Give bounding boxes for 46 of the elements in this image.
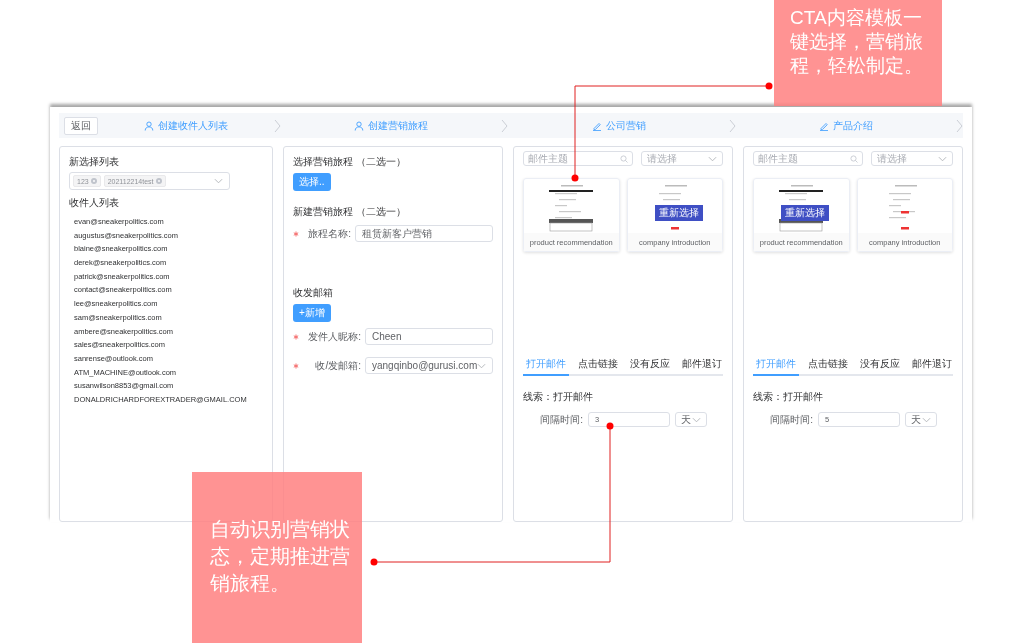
chevron-down-icon <box>477 362 487 369</box>
field-label: 收/发邮箱: <box>314 358 361 373</box>
section-title: 收件人列表 <box>69 196 120 210</box>
back-button[interactable]: 返回 <box>64 116 98 135</box>
section-title: 新建营销旅程 （二选一） <box>293 205 407 219</box>
unit-select[interactable]: 天 <box>905 412 937 427</box>
trigger-tab[interactable]: 邮件退订 <box>909 355 955 376</box>
trigger-tab[interactable]: 邮件退订 <box>679 355 725 376</box>
chevron-right-icon <box>956 118 963 133</box>
condition-label: 线索：打开邮件 <box>523 390 594 404</box>
chevron-down-icon <box>922 416 931 423</box>
chevron-down-icon <box>938 155 947 162</box>
reselect-button[interactable]: 重新选择 <box>654 205 703 221</box>
select-field[interactable]: yangqinbo@gurusi.com <box>365 357 494 374</box>
pen-icon <box>591 120 602 131</box>
chevron-down-icon <box>214 178 223 184</box>
trigger-tab[interactable]: 点击链接 <box>805 355 851 376</box>
search-icon <box>620 154 628 163</box>
input-field[interactable]: 租赁新客户营销 <box>355 225 493 242</box>
close-icon[interactable] <box>90 178 97 184</box>
callout-note: CTA内容模板一键选择，营销旅程，轻松制定。 <box>774 0 942 106</box>
callout-note: 自动识别营销状态，定期推进营销旅程。 <box>192 472 362 643</box>
person-icon <box>144 120 155 131</box>
field-label: 间隔时间: <box>769 412 813 427</box>
field-label: 间隔时间: <box>539 412 583 427</box>
field-label: 发件人昵称: <box>307 329 361 344</box>
condition-label: 线索：打开邮件 <box>753 390 824 404</box>
section-title: 收发邮箱 <box>293 286 334 300</box>
input-field[interactable]: Cheen <box>365 328 493 345</box>
pen-icon <box>818 120 829 131</box>
section-title: 选择营销旅程 （二选一） <box>293 155 407 169</box>
close-icon[interactable] <box>155 178 162 184</box>
person-icon <box>354 120 365 131</box>
trigger-tab[interactable]: 没有反应 <box>857 355 903 376</box>
chevron-down-icon <box>692 416 701 423</box>
trigger-tab[interactable]: 没有反应 <box>627 355 673 376</box>
chevron-right-icon <box>728 118 736 133</box>
chevron-down-icon <box>708 155 717 162</box>
reselect-button[interactable]: 重新选择 <box>781 205 829 221</box>
unit-select[interactable]: 天 <box>675 412 707 427</box>
trigger-tab[interactable]: 点击链接 <box>575 355 621 376</box>
chevron-right-icon <box>274 118 282 133</box>
chevron-right-icon <box>501 118 509 133</box>
search-icon <box>850 154 858 163</box>
section-title: 新选择列表 <box>69 155 120 169</box>
field-label: 旅程名称: <box>307 226 351 241</box>
